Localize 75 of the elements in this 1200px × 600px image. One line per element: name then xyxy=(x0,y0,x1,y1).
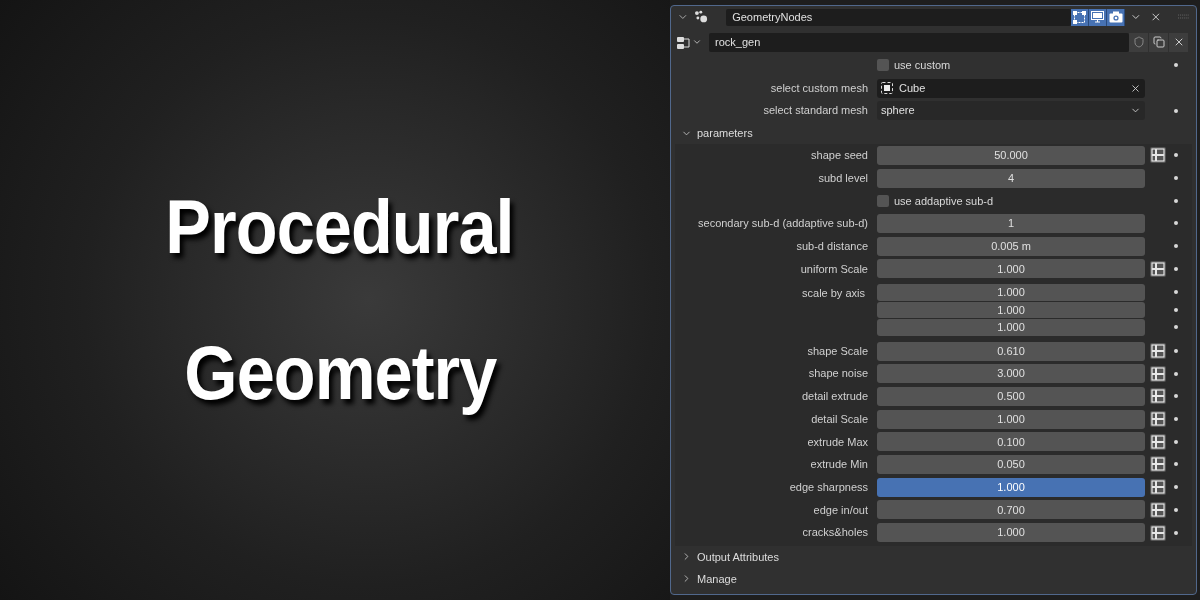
attribute-toggle-icon[interactable] xyxy=(1150,524,1166,541)
duplicate-button[interactable] xyxy=(1149,32,1168,52)
number-field[interactable]: 1.000 xyxy=(877,319,1145,336)
property-label: detail Scale xyxy=(811,411,868,427)
property-label: edge in/out xyxy=(813,502,868,518)
clear-icon[interactable] xyxy=(1130,82,1141,94)
title-text: Procedural xyxy=(165,189,515,265)
camera-icon xyxy=(1108,11,1123,23)
number-field[interactable]: 0.050 xyxy=(877,454,1145,474)
vertex-square-icon xyxy=(1073,10,1087,24)
property-label: shape noise xyxy=(808,366,868,382)
attribute-toggle-icon[interactable] xyxy=(1150,388,1166,405)
property-label: scale by axis xyxy=(802,286,865,302)
object-field[interactable]: Cube xyxy=(877,78,1145,98)
toggle-button[interactable] xyxy=(1071,8,1090,26)
property-label: edge sharpness xyxy=(789,479,868,495)
node-group-field[interactable]: rock_gen xyxy=(709,32,1129,52)
checkbox[interactable] xyxy=(877,59,889,72)
toggle-button[interactable] xyxy=(1107,8,1126,26)
number-field[interactable]: 1.000 xyxy=(877,477,1145,497)
number-field[interactable]: 0.700 xyxy=(877,500,1145,520)
property-label: shape Scale xyxy=(807,343,868,359)
number-field[interactable]: 4 xyxy=(877,168,1145,188)
copy-icon xyxy=(1152,36,1165,48)
number-field[interactable]: 0.500 xyxy=(877,386,1145,406)
property-label: subd level xyxy=(818,170,868,186)
panel-header[interactable]: Manage xyxy=(697,570,737,588)
attribute-toggle-icon[interactable] xyxy=(1150,479,1166,496)
attribute-toggle-icon[interactable] xyxy=(1150,501,1166,518)
number-field[interactable]: 1.000 xyxy=(877,409,1145,429)
node-dots-icon xyxy=(693,10,710,24)
property-label: secondary sub-d (addaptive sub-d) xyxy=(698,216,868,232)
close-icon[interactable] xyxy=(1149,11,1162,23)
checkbox-label: use addaptive sub-d xyxy=(894,193,994,209)
panel-header[interactable]: Output Attributes xyxy=(697,548,779,566)
number-field[interactable]: 0.005 m xyxy=(877,236,1145,256)
property-label: sub-d distance xyxy=(796,238,868,254)
attribute-toggle-icon[interactable] xyxy=(1150,456,1166,473)
attribute-toggle-icon[interactable] xyxy=(1150,365,1166,382)
attribute-toggle-icon[interactable] xyxy=(1150,411,1166,428)
toggle-button[interactable] xyxy=(1089,8,1108,26)
checkbox[interactable] xyxy=(877,194,889,207)
attribute-toggle-icon[interactable] xyxy=(1150,343,1166,360)
property-label: cracks&holes xyxy=(802,525,868,541)
property-label: uniform Scale xyxy=(800,261,868,277)
fake-user-button[interactable] xyxy=(1129,32,1148,52)
drag-handle-icon[interactable] xyxy=(1178,14,1190,20)
property-label: select custom mesh xyxy=(770,80,868,96)
property-label: extrude Min xyxy=(810,457,868,473)
node-tree-icon xyxy=(677,35,691,49)
shield-icon xyxy=(1132,36,1145,48)
panel-header[interactable]: parameters xyxy=(697,124,753,142)
attribute-toggle-icon[interactable] xyxy=(1150,147,1166,164)
number-field[interactable]: 1 xyxy=(877,213,1145,233)
number-field[interactable]: 1.000 xyxy=(877,284,1145,301)
number-field[interactable]: 0.100 xyxy=(877,432,1145,452)
number-field[interactable]: 0.610 xyxy=(877,341,1145,361)
property-label: select standard mesh xyxy=(763,103,868,119)
property-label: shape seed xyxy=(811,148,868,164)
checkbox-label: use custom xyxy=(894,58,951,74)
monitor-icon xyxy=(1091,11,1105,23)
attribute-toggle-icon[interactable] xyxy=(1150,260,1166,277)
number-field[interactable]: 50.000 xyxy=(877,145,1145,165)
property-label: detail extrude xyxy=(801,389,868,405)
property-label: extrude Max xyxy=(807,434,868,450)
number-field[interactable]: 1.000 xyxy=(877,523,1145,543)
attribute-toggle-icon[interactable] xyxy=(1150,433,1166,450)
number-field[interactable]: 3.000 xyxy=(877,364,1145,384)
number-field[interactable]: 1.000 xyxy=(877,259,1145,279)
modifier-name-field[interactable]: GeometryNodes xyxy=(726,8,1072,26)
unlink-button[interactable] xyxy=(1169,32,1188,52)
number-field[interactable]: 1.000 xyxy=(877,301,1145,319)
dropdown-menu[interactable]: sphere xyxy=(877,101,1145,121)
caret-icon xyxy=(692,37,702,47)
cube-icon xyxy=(881,82,893,95)
